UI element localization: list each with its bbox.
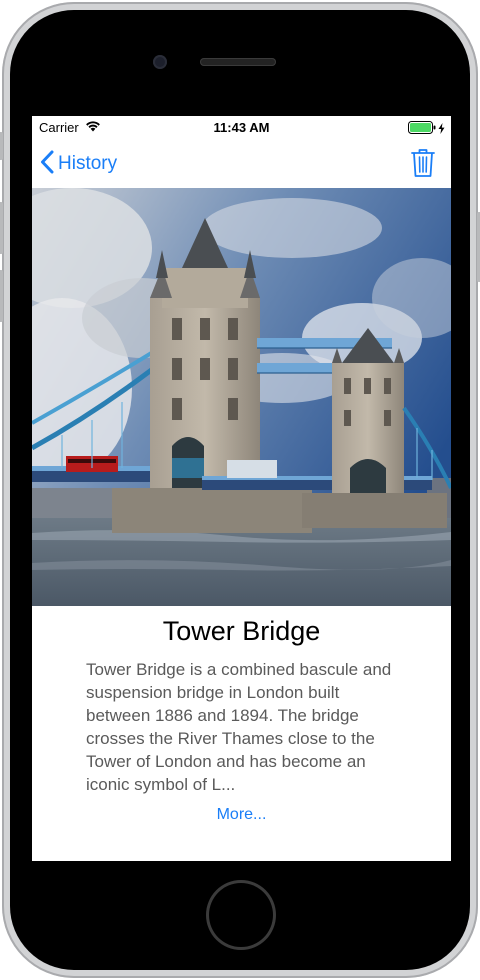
delete-button[interactable]: [411, 148, 435, 178]
landmark-description: Tower Bridge is a combined bascule and s…: [86, 660, 392, 794]
trash-icon: [411, 149, 435, 182]
back-button[interactable]: History: [40, 150, 117, 178]
app-screen: Carrier 11:43 AM History Tower Bridge To…: [32, 116, 451, 861]
mute-switch: [0, 132, 3, 160]
volume-up-button: [0, 202, 3, 254]
back-button-label: History: [58, 153, 118, 174]
volume-down-button: [0, 270, 3, 322]
chevron-left-icon: [40, 150, 54, 179]
more-link[interactable]: More...: [32, 806, 451, 824]
landmark-title: Tower Bridge: [162, 616, 321, 646]
status-time: 11:43 AM: [213, 120, 270, 135]
front-camera: [153, 55, 167, 69]
battery-indicator: [408, 121, 445, 137]
status-bar: Carrier 11:43 AM: [32, 116, 451, 140]
earpiece-speaker: [200, 58, 276, 66]
navigation-bar: History: [32, 140, 451, 188]
charging-bolt-icon: [438, 122, 445, 137]
battery-icon: [408, 121, 436, 137]
landmark-photo: [32, 188, 451, 606]
home-button[interactable]: [206, 880, 276, 950]
